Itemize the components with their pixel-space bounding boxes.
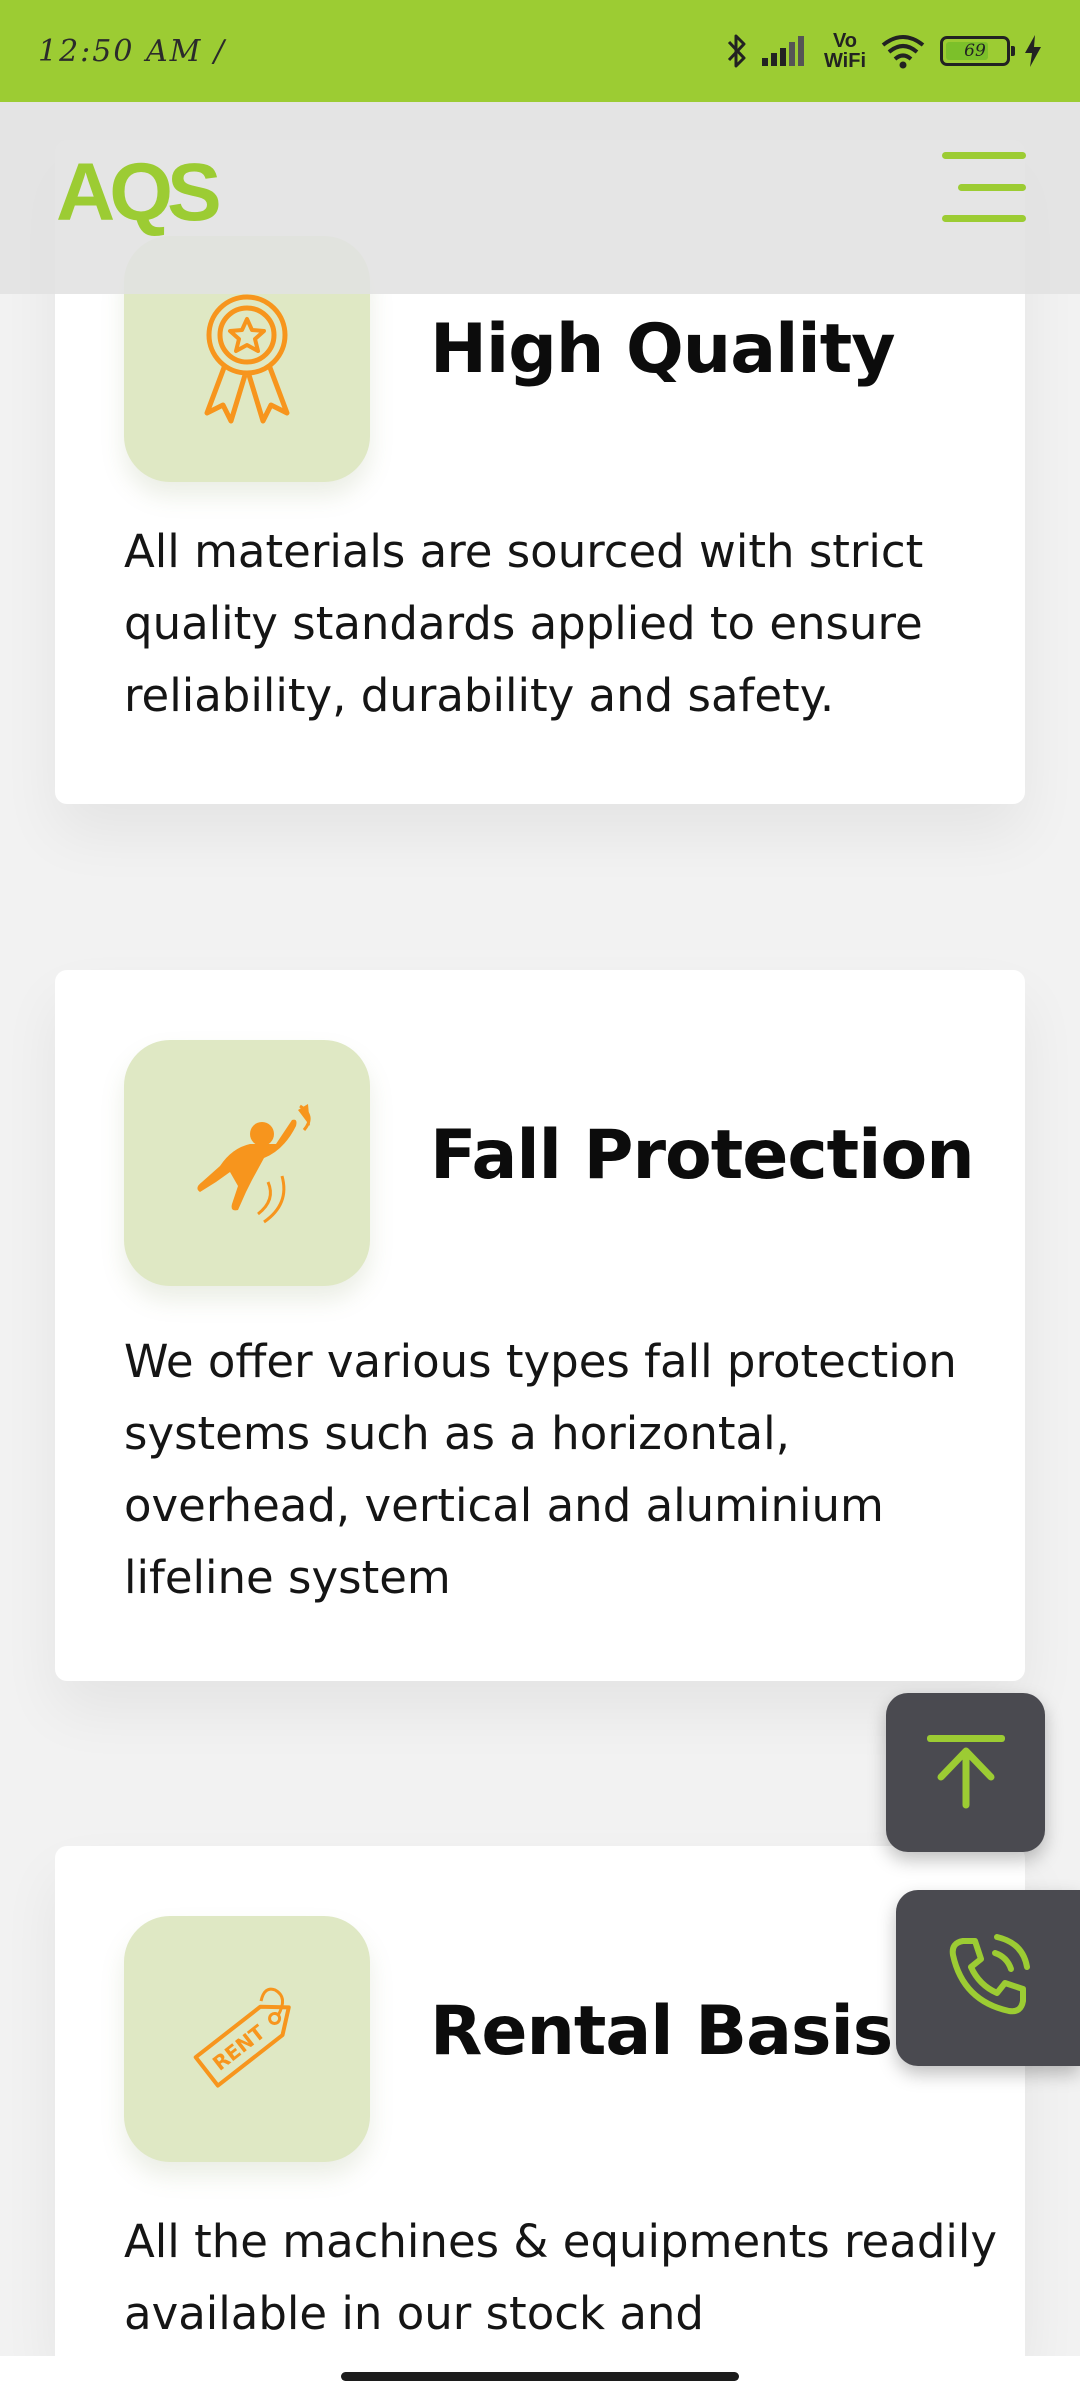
feature-icon-box: RENT [124,1916,370,2162]
bluetooth-icon [726,32,748,70]
call-button[interactable] [896,1890,1080,2066]
scroll-to-top-button[interactable] [886,1693,1045,1852]
feature-card-rental-basis: RENT Rental Basis All the machines & equ… [55,1846,1025,2356]
falling-person-icon [172,1096,322,1230]
feature-icon-box [124,1040,370,1286]
charging-icon [1024,35,1042,67]
feature-title: Rental Basis [430,1992,893,2071]
aqs-logo[interactable]: AQS [56,146,222,240]
feature-title: Fall Protection [430,1116,975,1195]
rent-tag-icon: RENT [182,1982,312,2096]
menu-line-icon [958,183,1026,191]
hamburger-menu-button[interactable] [942,152,1026,222]
status-time: 12:50 AM / [38,33,227,69]
menu-line-icon [942,152,1026,159]
feature-card-fall-protection: Fall Protection We offer various types f… [55,970,1025,1681]
feature-description: All materials are sourced with strict qu… [124,525,924,722]
battery-indicator: 69 [940,36,1015,66]
wifi-icon [880,33,926,69]
feature-description: All the machines & equipments readily av… [124,2215,998,2340]
arrow-up-icon [923,1733,1009,1813]
award-ribbon-icon [187,287,307,431]
feature-title: High Quality [430,310,896,389]
home-indicator[interactable] [341,2372,739,2381]
status-icons: Vo WiFi 69 [726,31,1042,71]
site-header: AQS [0,102,1080,294]
phone-call-icon [943,1931,1033,2025]
signal-icon [761,36,810,66]
menu-line-icon [942,215,1026,222]
status-bar: 12:50 AM / Vo WiFi 69 [0,0,1080,102]
vowifi-indicator: Vo WiFi [823,30,866,72]
feature-description: We offer various types fall protection s… [124,1335,957,1604]
